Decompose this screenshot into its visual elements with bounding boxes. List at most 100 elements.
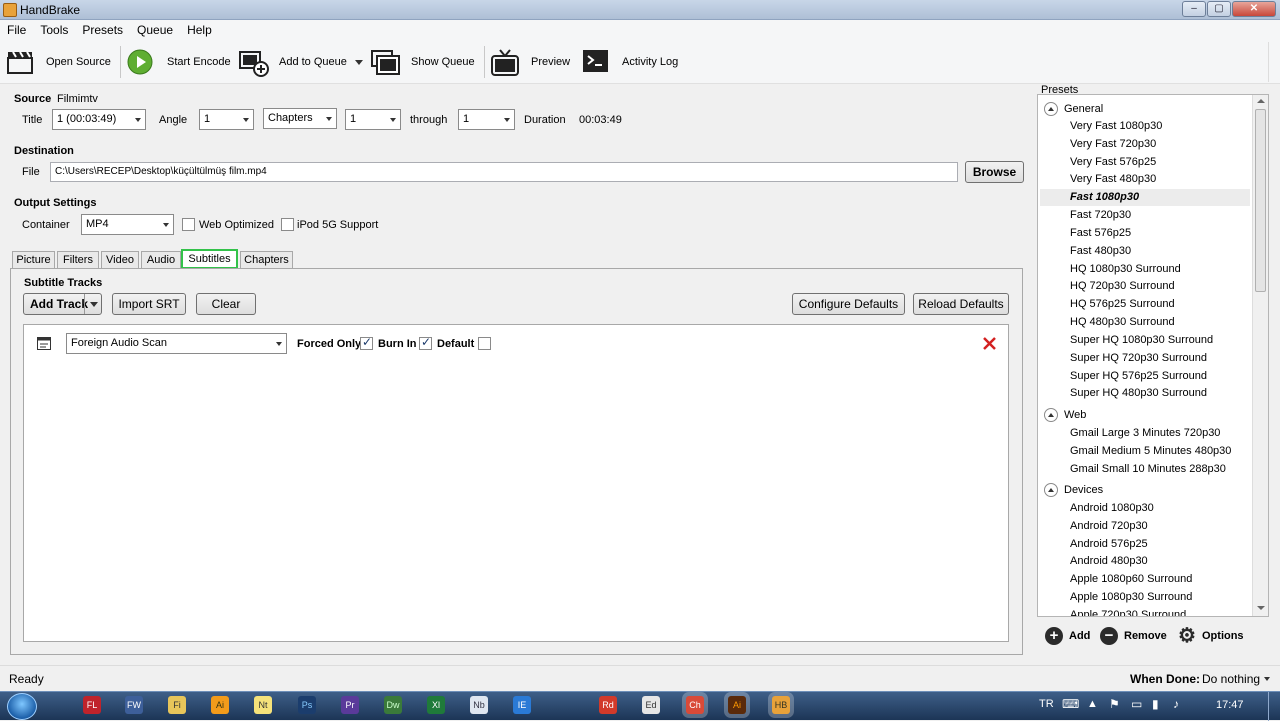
taskbar-app[interactable]: Fi	[168, 696, 186, 714]
preset-item[interactable]: Super HQ 480p30 Surround	[1070, 385, 1207, 402]
preset-item[interactable]: HQ 480p30 Surround	[1070, 314, 1175, 331]
clock-time[interactable]: 17:47	[1216, 699, 1244, 711]
preset-item[interactable]: Super HQ 576p25 Surround	[1070, 368, 1207, 385]
start-button[interactable]	[7, 693, 37, 720]
taskbar-app[interactable]: IE	[513, 696, 531, 714]
import-srt-button[interactable]: Import SRT	[112, 293, 186, 315]
preset-item[interactable]: Super HQ 1080p30 Surround	[1070, 332, 1213, 349]
keyboard-icon[interactable]: ⌨	[1062, 697, 1079, 711]
preset-group-devices[interactable]: Devices	[1044, 481, 1103, 498]
preset-item[interactable]: Fast 576p25	[1070, 225, 1131, 242]
scroll-up-icon[interactable]	[1257, 99, 1265, 103]
preset-item[interactable]: Very Fast 480p30	[1070, 171, 1156, 188]
scroll-thumb[interactable]	[1255, 109, 1266, 292]
menu-queue[interactable]: Queue	[130, 20, 180, 40]
preset-item[interactable]: Apple 720p30 Surround	[1070, 607, 1186, 616]
range-type-select[interactable]: Chapters	[263, 108, 337, 129]
scroll-down-icon[interactable]	[1257, 606, 1265, 610]
add-queue-dropdown-icon[interactable]	[354, 59, 363, 65]
taskbar-app[interactable]: Xl	[427, 696, 445, 714]
add-to-queue-button[interactable]: Add to Queue	[239, 46, 363, 78]
taskbar-app[interactable]: Ch	[686, 696, 704, 714]
preset-item[interactable]: Very Fast 1080p30	[1070, 118, 1162, 135]
preset-item[interactable]: Fast 720p30	[1070, 207, 1131, 224]
activity-log-button[interactable]: Activity Log	[582, 46, 678, 78]
preset-item[interactable]: Very Fast 576p25	[1070, 154, 1156, 171]
tray-expand-icon[interactable]: ▲	[1087, 698, 1098, 710]
collapse-icon[interactable]	[1044, 482, 1058, 497]
add-preset-button[interactable]: + Add	[1045, 626, 1090, 646]
monitor-icon[interactable]: ▭	[1131, 697, 1142, 711]
menu-presets[interactable]: Presets	[75, 20, 130, 40]
taskbar-app[interactable]: Ed	[642, 696, 660, 714]
reload-defaults-button[interactable]: Reload Defaults	[913, 293, 1009, 315]
tab-video[interactable]: Video	[101, 251, 139, 269]
menu-help[interactable]: Help	[180, 20, 219, 40]
web-optimized-checkbox[interactable]	[182, 218, 195, 231]
preset-item[interactable]: Android 720p30	[1070, 518, 1148, 535]
menu-file[interactable]: File	[0, 20, 33, 40]
preset-group-web[interactable]: Web	[1044, 406, 1086, 423]
tab-picture[interactable]: Picture	[12, 251, 55, 269]
menu-tools[interactable]: Tools	[33, 20, 75, 40]
file-path-input[interactable]: C:\Users\RECEP\Desktop\küçültülmüş film.…	[50, 162, 958, 182]
presets-scrollbar[interactable]	[1252, 95, 1268, 616]
taskbar-app[interactable]: Nt	[254, 696, 272, 714]
subtitle-source-select[interactable]: Foreign Audio Scan	[66, 333, 287, 354]
chevron-down-icon[interactable]	[90, 302, 98, 307]
preset-item[interactable]: HQ 576p25 Surround	[1070, 296, 1175, 313]
taskbar-app[interactable]: Ps	[298, 696, 316, 714]
clear-button[interactable]: Clear	[196, 293, 256, 315]
show-desktop-button[interactable]	[1268, 692, 1280, 721]
remove-track-icon[interactable]	[982, 336, 997, 354]
container-select[interactable]: MP4	[81, 214, 174, 235]
preset-item[interactable]: HQ 720p30 Surround	[1070, 278, 1175, 295]
preview-button[interactable]: Preview	[491, 46, 570, 78]
toolbar-scroll[interactable]	[1268, 42, 1278, 82]
taskbar-app[interactable]: Dw	[384, 696, 402, 714]
maximize-button[interactable]: ▢	[1207, 1, 1231, 17]
open-source-button[interactable]: Open Source	[6, 46, 111, 78]
collapse-icon[interactable]	[1044, 101, 1058, 116]
taskbar-app[interactable]: Nb	[470, 696, 488, 714]
preset-item[interactable]: Android 576p25	[1070, 536, 1148, 553]
configure-defaults-button[interactable]: Configure Defaults	[792, 293, 905, 315]
preset-item[interactable]: Very Fast 720p30	[1070, 136, 1156, 153]
preset-item[interactable]: Gmail Large 3 Minutes 720p30	[1070, 425, 1220, 442]
preset-item[interactable]: Android 1080p30	[1070, 500, 1154, 517]
add-track-button[interactable]: Add Track	[23, 293, 102, 315]
taskbar-app[interactable]: Pr	[341, 696, 359, 714]
show-queue-button[interactable]: Show Queue	[371, 46, 475, 78]
ipod-support-checkbox[interactable]	[281, 218, 294, 231]
flag-icon[interactable]: ⚑	[1109, 697, 1120, 711]
tab-subtitles[interactable]: Subtitles	[181, 249, 238, 269]
tab-audio[interactable]: Audio	[141, 251, 181, 269]
range-start-select[interactable]: 1	[345, 109, 401, 130]
minimize-button[interactable]: –	[1182, 1, 1206, 17]
preset-item[interactable]: HQ 1080p30 Surround	[1070, 261, 1181, 278]
taskbar-app[interactable]: Ai	[728, 696, 746, 714]
preset-item[interactable]: Super HQ 720p30 Surround	[1070, 350, 1207, 367]
preset-item[interactable]: Apple 1080p30 Surround	[1070, 589, 1192, 606]
preset-group-general[interactable]: General	[1044, 100, 1103, 117]
remove-preset-button[interactable]: − Remove	[1100, 626, 1167, 646]
language-indicator[interactable]: TR	[1039, 698, 1054, 710]
start-encode-button[interactable]: Start Encode	[127, 46, 231, 78]
taskbar-app-handbrake[interactable]: HB	[772, 696, 790, 714]
preset-item[interactable]: Gmail Medium 5 Minutes 480p30	[1070, 443, 1231, 460]
when-done-select[interactable]: Do nothing	[1202, 672, 1270, 686]
collapse-icon[interactable]	[1044, 407, 1058, 422]
preset-item-selected[interactable]: Fast 1080p30	[1040, 189, 1250, 206]
network-icon[interactable]: ▮	[1152, 697, 1159, 711]
preset-item[interactable]: Fast 480p30	[1070, 243, 1131, 260]
preset-item[interactable]: Android 480p30	[1070, 553, 1148, 570]
range-end-select[interactable]: 1	[458, 109, 515, 130]
tab-chapters[interactable]: Chapters	[240, 251, 293, 269]
title-select[interactable]: 1 (00:03:49)	[52, 109, 146, 130]
default-checkbox[interactable]	[478, 337, 491, 350]
taskbar-app[interactable]: FW	[125, 696, 143, 714]
forced-only-checkbox[interactable]	[360, 335, 373, 350]
burn-in-checkbox[interactable]	[419, 335, 432, 350]
angle-select[interactable]: 1	[199, 109, 254, 130]
preset-item[interactable]: Apple 1080p60 Surround	[1070, 571, 1192, 588]
